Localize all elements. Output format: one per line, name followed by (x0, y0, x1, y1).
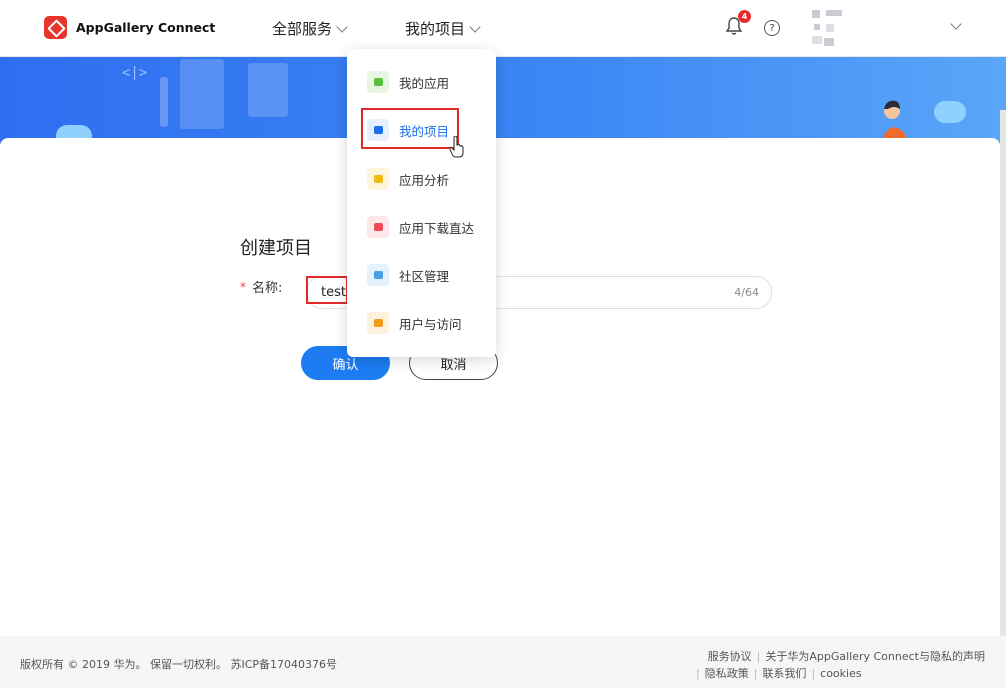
menu-item-app-download[interactable]: 应用下载直达 (367, 216, 474, 238)
analytics-icon (367, 168, 389, 190)
page-scrollbar[interactable] (1000, 110, 1006, 636)
footer-link-contact-us[interactable]: 联系我们 (762, 667, 806, 680)
footer-link-privacy-statement[interactable]: 关于华为AppGallery Connect与隐私的声明 (765, 650, 985, 663)
code-symbol-decoration: <|> (122, 65, 148, 81)
chevron-down-icon (469, 20, 481, 33)
user-access-icon (367, 312, 389, 334)
input-highlight-box (306, 276, 348, 304)
community-icon (367, 264, 389, 286)
name-form-row: * 名称: (240, 277, 310, 297)
banner-panel-decoration (180, 59, 224, 129)
cloud-decoration (934, 101, 966, 123)
menu-item-app-analytics[interactable]: 应用分析 (367, 168, 449, 190)
copyright-text: 版权所有 © 2019 华为。 保留一切权利。 苏ICP备17040376号 (20, 658, 338, 671)
menu-highlight-box (361, 108, 459, 149)
top-navigation-bar: AppGallery Connect 全部服务 我的项目 4 ? (0, 0, 1006, 57)
notification-badge: 4 (738, 10, 751, 23)
appgallery-logo[interactable]: AppGallery Connect (44, 16, 215, 39)
footer-link-cookies[interactable]: cookies (820, 667, 861, 680)
user-menu-chevron-icon[interactable] (950, 18, 962, 30)
nav-my-projects-label: 我的项目 (405, 20, 466, 38)
avatar[interactable] (810, 10, 844, 46)
download-icon (367, 216, 389, 238)
banner-panel-decoration (160, 77, 168, 127)
apps-icon (367, 71, 389, 93)
menu-item-label: 社区管理 (399, 268, 450, 284)
banner-panel-decoration (248, 63, 288, 117)
nav-all-services[interactable]: 全部服务 (272, 18, 348, 39)
menu-item-label: 用户与访问 (399, 316, 462, 332)
menu-item-user-access[interactable]: 用户与访问 (367, 312, 462, 334)
help-icon[interactable]: ? (764, 20, 780, 36)
menu-item-community[interactable]: 社区管理 (367, 264, 449, 286)
nav-all-services-label: 全部服务 (272, 20, 333, 38)
logo-text: AppGallery Connect (76, 20, 216, 35)
footer-links-line1: 服务协议 | 关于华为AppGallery Connect与隐私的声明 (707, 650, 985, 663)
page-title: 创建项目 (240, 238, 312, 259)
menu-item-label: 应用下载直达 (399, 220, 475, 236)
footer-links-line2: | 隐私政策 | 联系我们 | cookies (696, 667, 862, 680)
page-footer: 版权所有 © 2019 华为。 保留一切权利。 苏ICP备17040376号 服… (0, 636, 1006, 688)
nav-my-projects[interactable]: 我的项目 (405, 18, 481, 39)
required-mark: * (240, 279, 246, 294)
menu-item-my-apps[interactable]: 我的应用 (367, 71, 449, 93)
my-projects-dropdown: 我的应用 我的项目 应用分析 应用下载直达 社区管理 用户与访问 (347, 49, 496, 357)
create-project-card: 创建项目 * 名称: test 4/64 确认 取消 (0, 138, 1000, 636)
huawei-logo-icon (44, 16, 67, 39)
char-counter: 4/64 (734, 286, 759, 299)
footer-link-privacy-policy[interactable]: 隐私政策 (705, 667, 749, 680)
menu-item-label: 我的应用 (399, 75, 450, 91)
name-label: 名称: (252, 281, 283, 296)
menu-item-label: 应用分析 (399, 172, 450, 188)
footer-link-service-agreement[interactable]: 服务协议 (708, 650, 752, 663)
hand-cursor-icon (449, 136, 464, 158)
chevron-down-icon (336, 20, 348, 33)
